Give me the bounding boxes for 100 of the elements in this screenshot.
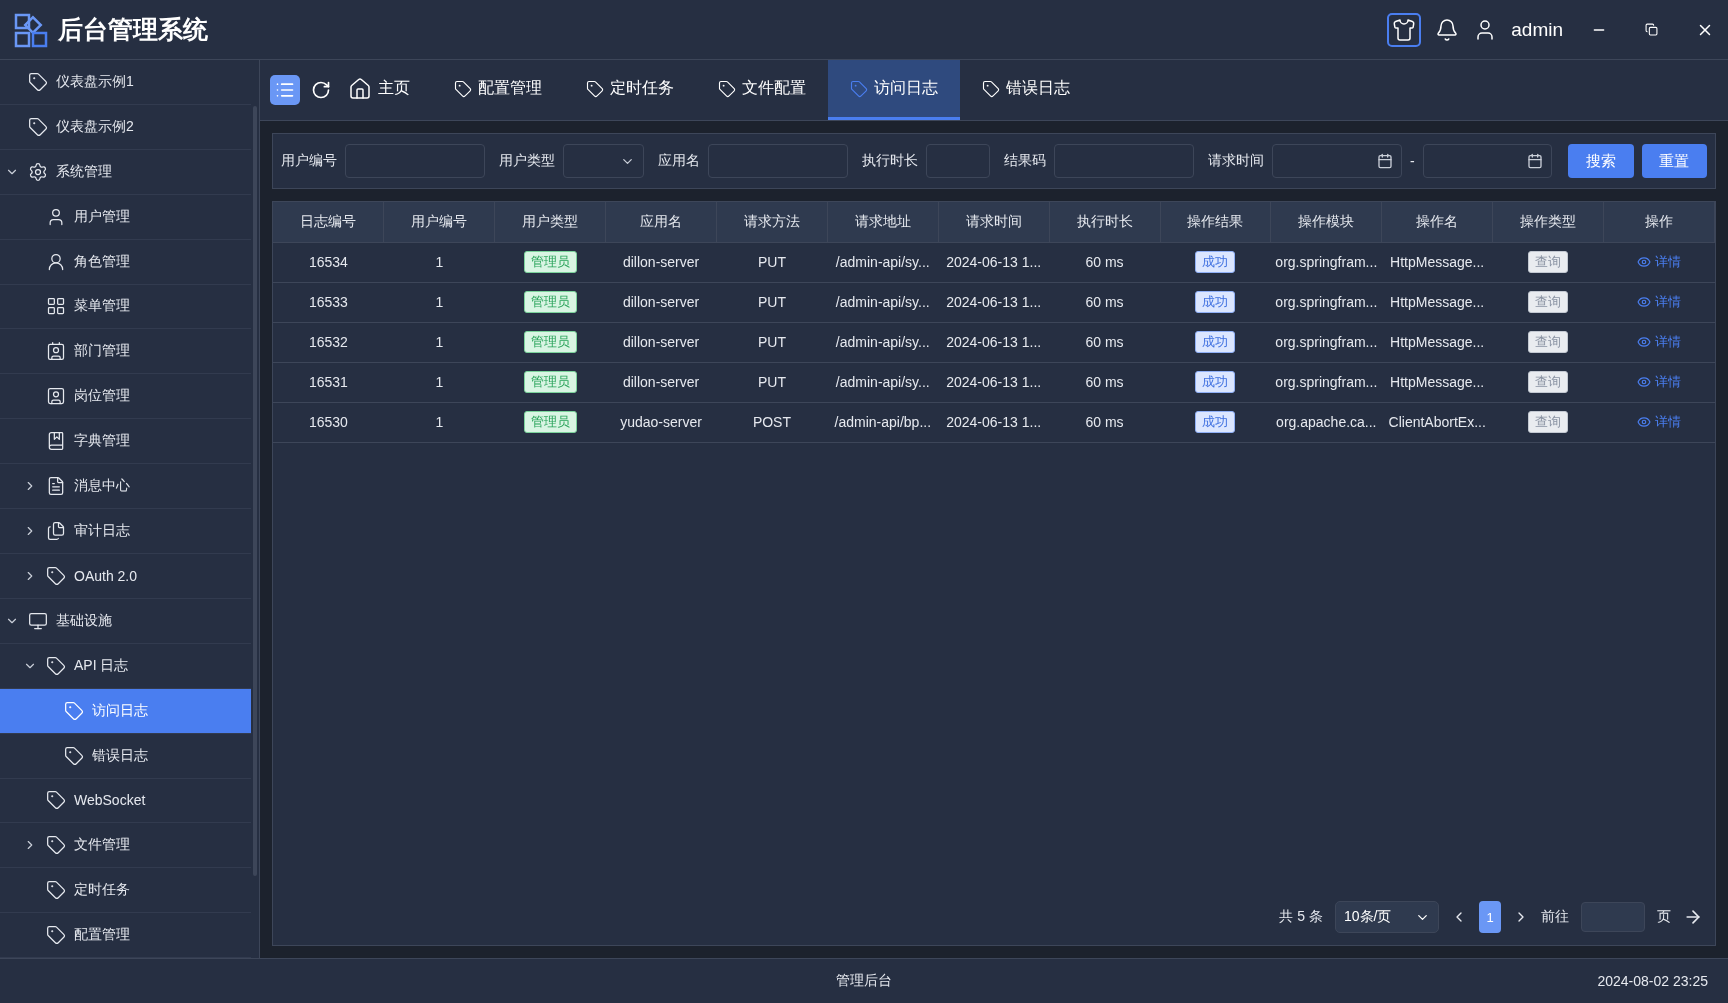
sidebar-item[interactable]: API 日志: [0, 643, 251, 689]
tab[interactable]: 文件配置: [696, 60, 828, 120]
date-field[interactable]: [1272, 144, 1402, 178]
column-header: 操作结果: [1160, 202, 1271, 242]
table-cell: 16530: [273, 402, 384, 442]
column-header: 执行时长: [1049, 202, 1160, 242]
table-cell: 2024-06-13 1...: [938, 242, 1050, 282]
sidebar-item[interactable]: 用户管理: [0, 194, 251, 240]
house-icon: [348, 76, 372, 101]
table-cell: 60 ms: [1049, 362, 1160, 402]
sidebar-item[interactable]: 部门管理: [0, 329, 251, 375]
user-icon: [46, 251, 66, 272]
search-button[interactable]: 搜索: [1568, 144, 1634, 178]
tab[interactable]: 访问日志: [828, 60, 960, 120]
filter-label: 结果码: [1004, 152, 1047, 170]
detail-link[interactable]: 详情: [1637, 372, 1681, 391]
sidebar-item[interactable]: 仪表盘示例2: [0, 104, 251, 150]
tag-icon: [28, 71, 48, 92]
sidebar-item[interactable]: WebSocket: [0, 778, 251, 824]
eye-icon: [1637, 414, 1651, 429]
table-cell: 1: [383, 282, 495, 322]
calendar-icon: [1527, 153, 1544, 169]
user-name[interactable]: admin: [1511, 18, 1563, 41]
badge-icon: [46, 386, 66, 407]
table-cell: HttpMessage...: [1381, 242, 1493, 282]
table-cell: ClientAbortEx...: [1381, 402, 1493, 442]
detail-link[interactable]: 详情: [1637, 332, 1681, 351]
result-tag: 成功: [1195, 251, 1236, 273]
table-cell: 1: [383, 242, 495, 282]
range-separator: -: [1409, 153, 1415, 169]
sidebar-item[interactable]: 菜单管理: [0, 284, 251, 330]
table-cell: /admin-api/sy...: [827, 242, 939, 282]
column-header: 请求方法: [716, 202, 828, 242]
tag-icon: [982, 79, 1000, 98]
sidebar-item[interactable]: 基础设施: [0, 598, 251, 644]
table-cell: 1: [383, 362, 495, 402]
restore-icon[interactable]: [1645, 23, 1658, 36]
result-tag: 成功: [1195, 331, 1236, 353]
table-cell: PUT: [716, 362, 828, 402]
tag-icon: [46, 835, 66, 856]
eye-icon: [1637, 334, 1651, 349]
sidebar-item[interactable]: 访问日志: [0, 688, 251, 734]
sidebar-item[interactable]: 岗位管理: [0, 374, 251, 420]
sidebar-item[interactable]: 定时任务: [0, 868, 251, 914]
sidebar-item[interactable]: 错误日志: [0, 733, 251, 779]
tab[interactable]: 定时任务: [564, 60, 696, 120]
column-header: 操作模块: [1270, 202, 1382, 242]
table-cell: 1: [383, 402, 495, 442]
filter-label: 请求时间: [1208, 152, 1265, 170]
filter-label: 用户类型: [499, 152, 555, 170]
tag-icon: [64, 700, 84, 721]
bell-icon[interactable]: [1435, 17, 1460, 42]
theme-button[interactable]: [1387, 12, 1422, 47]
reset-button[interactable]: 重置: [1641, 144, 1707, 178]
page-size-select[interactable]: 10条/页: [1335, 901, 1439, 933]
sidebar-item[interactable]: 字典管理: [0, 419, 251, 465]
user-type-tag: 管理员: [523, 371, 577, 393]
sidebar-item[interactable]: 消息中心: [0, 464, 251, 510]
detail-link[interactable]: 详情: [1637, 252, 1681, 271]
detail-link[interactable]: 详情: [1637, 412, 1681, 431]
date-field[interactable]: [1422, 144, 1553, 178]
table-cell: POST: [716, 402, 828, 442]
sidebar-item[interactable]: 仪表盘示例1: [0, 60, 251, 105]
table-cell: dillon-server: [605, 282, 717, 322]
tag-icon: [586, 79, 604, 98]
table-cell: 60 ms: [1049, 282, 1160, 322]
grid-icon: [46, 296, 66, 317]
total-count: 共 5 条: [1279, 908, 1323, 926]
tab[interactable]: 主页: [336, 60, 432, 120]
sidebar-item[interactable]: OAuth 2.0: [0, 553, 251, 599]
tag-icon: [64, 745, 84, 766]
table-cell: PUT: [716, 282, 828, 322]
document-icon: [46, 476, 66, 497]
tag-icon: [850, 79, 868, 98]
sidebar-item[interactable]: 审计日志: [0, 509, 251, 554]
table-cell: org.springfram...: [1270, 242, 1382, 282]
column-header: 操作名: [1381, 202, 1493, 242]
table-cell: HttpMessage...: [1381, 362, 1493, 402]
calendar-icon: [1376, 153, 1393, 169]
select-field[interactable]: [563, 144, 645, 178]
sidebar-item[interactable]: 系统管理: [0, 149, 251, 195]
tab[interactable]: 配置管理: [432, 60, 564, 120]
footer-title: 管理后台: [836, 972, 892, 990]
sidebar-item[interactable]: 文件管理: [0, 823, 251, 869]
table-cell: org.apache.ca...: [1270, 402, 1382, 442]
table-cell: org.springfram...: [1270, 282, 1382, 322]
eye-icon: [1637, 294, 1651, 309]
operation-type-tag: 查询: [1528, 411, 1569, 433]
table-cell: 60 ms: [1049, 402, 1160, 442]
tab[interactable]: 错误日志: [960, 60, 1092, 120]
operation-type-tag: 查询: [1528, 331, 1569, 353]
table-cell: /admin-api/sy...: [827, 362, 939, 402]
detail-link[interactable]: 详情: [1637, 292, 1681, 311]
table-cell: 2024-06-13 1...: [938, 282, 1050, 322]
table-cell: dillon-server: [605, 362, 717, 402]
column-header: 请求地址: [827, 202, 939, 242]
monitor-icon: [28, 610, 48, 631]
menu-icon[interactable]: [270, 75, 300, 105]
sidebar-item[interactable]: 角色管理: [0, 239, 251, 285]
tag-icon: [46, 565, 66, 586]
